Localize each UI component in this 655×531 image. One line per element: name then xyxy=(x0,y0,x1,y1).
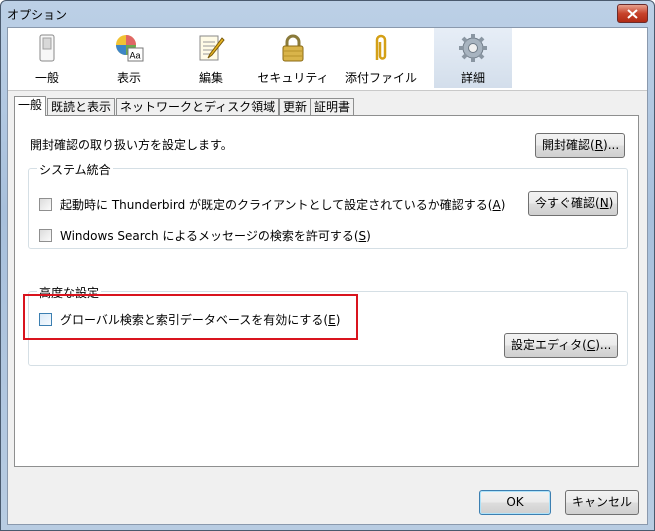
windows-search-row[interactable]: Windows Search によるメッセージの検索を許可する(S) xyxy=(39,227,371,244)
toolbar-security[interactable]: セキュリティ xyxy=(254,28,332,88)
display-icon: Aa xyxy=(116,35,144,62)
dialog-body: 一般 Aa 表示 編集 セキュリティ 添付ファイル 詳細 一般 既読と表示 ネッ… xyxy=(7,27,648,525)
tab-update[interactable]: 更新 xyxy=(279,98,312,115)
close-button[interactable] xyxy=(617,4,648,23)
window-title: オプション xyxy=(7,8,68,22)
system-integration-legend: システム統合 xyxy=(37,161,113,178)
switch-icon xyxy=(39,34,55,62)
tab-network-disk[interactable]: ネットワークとディスク領域 xyxy=(116,98,280,115)
config-editor-button[interactable]: 設定エディタ(C)... xyxy=(504,333,618,358)
toolbar-attachments-label: 添付ファイル xyxy=(344,71,417,85)
notepad-icon xyxy=(199,35,225,61)
default-client-checkbox[interactable] xyxy=(39,198,52,211)
cancel-button[interactable]: キャンセル xyxy=(565,490,639,515)
windows-search-label: Windows Search によるメッセージの検索を許可する(S) xyxy=(60,229,371,243)
lock-icon xyxy=(282,34,304,62)
ok-button[interactable]: OK xyxy=(479,490,551,515)
pane-toolbar: 一般 Aa 表示 編集 セキュリティ 添付ファイル 詳細 xyxy=(8,28,647,91)
highlight-box xyxy=(23,294,358,340)
default-client-label: 起動時に Thunderbird が既定のクライアントとして設定されているか確認… xyxy=(60,198,506,212)
windows-search-checkbox[interactable] xyxy=(39,229,52,242)
default-client-check-row[interactable]: 起動時に Thunderbird が既定のクライアントとして設定されているか確認… xyxy=(39,196,505,213)
toolbar-general[interactable]: 一般 xyxy=(8,28,86,88)
tab-general[interactable]: 一般 xyxy=(14,96,47,116)
toolbar-attachments[interactable]: 添付ファイル xyxy=(342,28,420,88)
toolbar-advanced[interactable]: 詳細 xyxy=(434,28,512,88)
toolbar-advanced-label: 詳細 xyxy=(460,71,485,85)
gear-icon xyxy=(459,34,487,62)
toolbar-compose-label: 編集 xyxy=(198,71,223,85)
system-integration-group: システム統合 起動時に Thunderbird が既定のクライアントとして設定さ… xyxy=(28,161,628,249)
toolbar-general-label: 一般 xyxy=(34,71,59,85)
options-window: オプション 一般 Aa 表示 編集 セキュリティ 添付ファイル 詳細 一般 既読… xyxy=(0,0,655,531)
close-icon xyxy=(627,8,638,19)
tab-reading-display[interactable]: 既読と表示 xyxy=(47,98,116,115)
return-receipt-text: 開封確認の取り扱い方を設定します。 xyxy=(30,138,233,152)
tab-certificates[interactable]: 証明書 xyxy=(310,98,355,115)
toolbar-display[interactable]: Aa 表示 xyxy=(90,28,168,88)
svg-text:Aa: Aa xyxy=(130,51,141,61)
general-tab-panel: 開封確認の取り扱い方を設定します。 開封確認(R)... システム統合 起動時に… xyxy=(14,115,639,467)
return-receipts-button[interactable]: 開封確認(R)... xyxy=(535,133,625,158)
check-now-button[interactable]: 今すぐ確認(N) xyxy=(528,191,618,216)
title-bar[interactable]: オプション xyxy=(1,1,654,27)
paperclip-icon xyxy=(375,34,387,60)
toolbar-compose[interactable]: 編集 xyxy=(172,28,250,88)
toolbar-display-label: 表示 xyxy=(116,71,141,85)
toolbar-security-label: セキュリティ xyxy=(257,71,329,85)
